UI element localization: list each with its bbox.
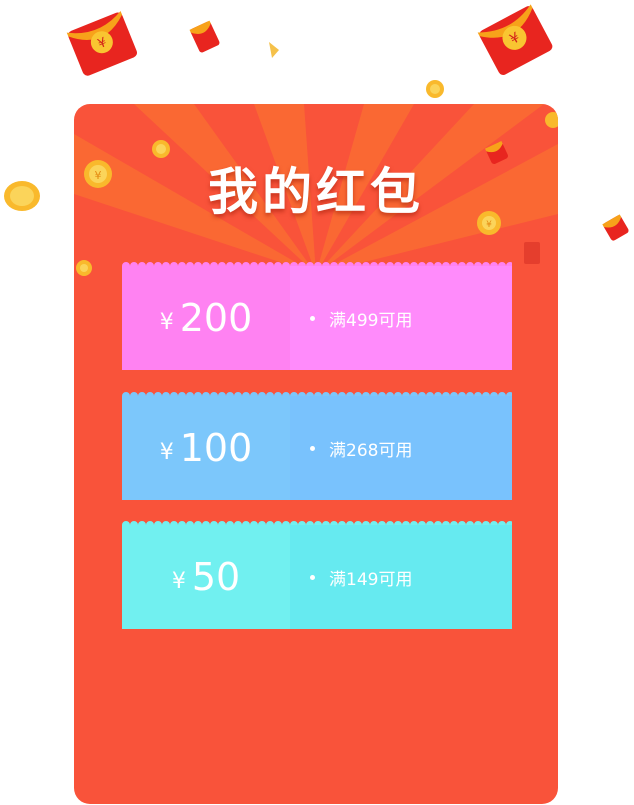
- gold-coin-icon: [545, 112, 558, 128]
- yen-symbol-icon: ¥: [159, 439, 174, 465]
- red-envelope-icon: [524, 242, 540, 264]
- red-envelope-icon: [602, 214, 629, 241]
- bullet-dot: [310, 315, 315, 321]
- gold-coin-icon: [4, 181, 40, 211]
- scallop-right-fill: [290, 396, 512, 400]
- coupon-card[interactable]: ¥ 200 满499可用: [122, 262, 512, 370]
- bullet-dot: [310, 574, 315, 580]
- scallop-right-fill: [290, 525, 512, 529]
- coupon-card[interactable]: ¥ 50 满149可用: [122, 521, 512, 629]
- coupon-scallop-edge: [122, 521, 512, 529]
- red-envelope-page: ¥ ¥ ¥ ¥ 我的红包 ¥ 200 满499可用 ¥ 100 满268可用 ¥…: [0, 0, 634, 805]
- coupon-scallop-edge: [122, 262, 512, 270]
- bullet-dot: [310, 445, 315, 451]
- yen-symbol-icon: ¥: [171, 568, 186, 594]
- coupon-condition: 满499可用: [329, 310, 413, 331]
- coupon-amount-area: ¥ 200: [122, 266, 290, 370]
- coupon-condition: 满268可用: [329, 440, 413, 461]
- scallop-right-fill: [290, 266, 512, 270]
- page-title: 我的红包: [208, 163, 424, 221]
- gold-leaf-icon: [269, 42, 279, 58]
- coupon-amount: 200: [179, 296, 253, 340]
- coupon-amount: 100: [179, 426, 253, 470]
- coupon-condition-area: 满499可用: [290, 266, 512, 370]
- yen-symbol-icon: ¥: [159, 309, 174, 335]
- red-envelope-panel: ¥ ¥ 我的红包 ¥ 200 满499可用 ¥ 100 满268可用 ¥ 50 …: [74, 104, 558, 804]
- coupon-card[interactable]: ¥ 100 满268可用: [122, 392, 512, 500]
- coupon-amount: 50: [191, 555, 241, 599]
- coupon-condition-area: 满149可用: [290, 525, 512, 629]
- gold-coin-icon: [76, 260, 92, 276]
- coupon-amount-area: ¥ 100: [122, 396, 290, 500]
- red-envelope-icon: ¥: [66, 10, 137, 76]
- red-envelope-icon: [189, 20, 220, 53]
- coupon-condition: 满149可用: [329, 569, 413, 590]
- coupon-scallop-edge: [122, 392, 512, 400]
- coupon-amount-area: ¥ 50: [122, 525, 290, 629]
- coupon-condition-area: 满268可用: [290, 396, 512, 500]
- red-envelope-icon: ¥: [477, 4, 553, 75]
- gold-coin-icon: [426, 80, 444, 98]
